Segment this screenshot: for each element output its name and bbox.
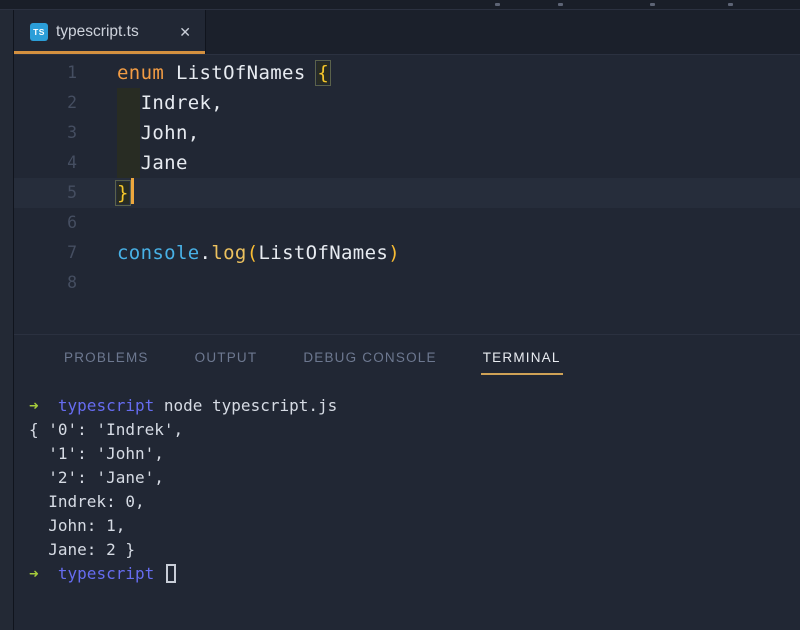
code-lines: 1 enum ListOfNames {2 Indrek, 3 John, 4 Jan… bbox=[14, 58, 800, 298]
terminal-line: John: 1, bbox=[29, 516, 126, 535]
tab-label: typescript.ts bbox=[56, 23, 139, 40]
editor-tab-bar: TS typescript.ts ✕ bbox=[14, 10, 800, 55]
tab-typescript-ts[interactable]: TS typescript.ts ✕ bbox=[14, 10, 206, 54]
titlebar-text-fragment bbox=[728, 3, 733, 6]
prompt-arrow-icon: ➜ bbox=[29, 564, 39, 583]
code-line-7: 7 console.log(ListOfNames) bbox=[14, 238, 800, 268]
code-line-6: 6 bbox=[14, 208, 800, 238]
line-number: 7 bbox=[67, 243, 77, 262]
line-number: 8 bbox=[67, 273, 77, 292]
code-line-4: 4 Jane bbox=[14, 148, 800, 178]
titlebar-strip bbox=[0, 0, 800, 10]
panel-tab-terminal[interactable]: TERMINAL bbox=[480, 349, 563, 375]
code-line-3: 3 John, bbox=[14, 118, 800, 148]
terminal-line: Jane: 2 } bbox=[29, 540, 135, 559]
code-text: Indrek, bbox=[117, 92, 224, 114]
code-text: console.log(ListOfNames) bbox=[117, 242, 400, 264]
code-text: } bbox=[115, 178, 134, 208]
code-line-2: 2 Indrek, bbox=[14, 88, 800, 118]
terminal-line: Indrek: 0, bbox=[29, 492, 145, 511]
panel-tab-bar: PROBLEMS OUTPUT DEBUG CONSOLE TERMINAL bbox=[14, 335, 800, 377]
terminal-cursor bbox=[165, 564, 176, 583]
line-number: 4 bbox=[67, 153, 77, 172]
line-number: 2 bbox=[67, 93, 77, 112]
panel-tab-problems[interactable]: PROBLEMS bbox=[64, 349, 149, 367]
terminal-line: '1': 'John', bbox=[29, 444, 164, 463]
titlebar-text-fragment bbox=[495, 3, 500, 6]
workbench: TS typescript.ts ✕ 1 enum ListOfNames {2 … bbox=[0, 10, 800, 630]
panel-tab-output[interactable]: OUTPUT bbox=[195, 349, 258, 367]
code-line-5: 5} bbox=[14, 178, 800, 208]
line-number: 3 bbox=[67, 123, 77, 142]
code-text: John, bbox=[117, 122, 200, 144]
line-number: 5 bbox=[67, 183, 77, 202]
editor-and-panel: TS typescript.ts ✕ 1 enum ListOfNames {2 … bbox=[14, 10, 800, 630]
terminal-line: ➜ typescript node typescript.js bbox=[29, 396, 338, 415]
close-tab-icon[interactable]: ✕ bbox=[175, 22, 195, 43]
prompt-arrow-icon: ➜ bbox=[29, 396, 39, 415]
titlebar-text-fragment bbox=[558, 3, 563, 6]
line-number: 6 bbox=[67, 213, 77, 232]
titlebar-text-fragment bbox=[650, 3, 655, 6]
terminal-line: ➜ typescript bbox=[29, 562, 800, 586]
code-line-1: 1 enum ListOfNames { bbox=[14, 58, 800, 88]
line-number: 1 bbox=[67, 63, 77, 82]
code-text: Jane bbox=[117, 152, 188, 174]
vscode-window: TS typescript.ts ✕ 1 enum ListOfNames {2 … bbox=[0, 0, 800, 630]
code-editor[interactable]: 1 enum ListOfNames {2 Indrek, 3 John, 4 Jan… bbox=[14, 55, 800, 334]
code-text: enum ListOfNames { bbox=[117, 60, 332, 86]
terminal-output[interactable]: ➜ typescript node typescript.js { '0': 'I… bbox=[14, 377, 800, 630]
panel-tab-debug-console[interactable]: DEBUG CONSOLE bbox=[303, 349, 436, 367]
code-line-8: 8 bbox=[14, 268, 800, 298]
terminal-line: '2': 'Jane', bbox=[29, 468, 164, 487]
bottom-panel: PROBLEMS OUTPUT DEBUG CONSOLE TERMINAL ➜ ty… bbox=[14, 334, 800, 630]
terminal-line: { '0': 'Indrek', bbox=[29, 420, 184, 439]
sidebar-resize-sash[interactable] bbox=[0, 10, 14, 630]
editor-cursor bbox=[130, 178, 134, 204]
typescript-file-icon: TS bbox=[30, 23, 48, 41]
